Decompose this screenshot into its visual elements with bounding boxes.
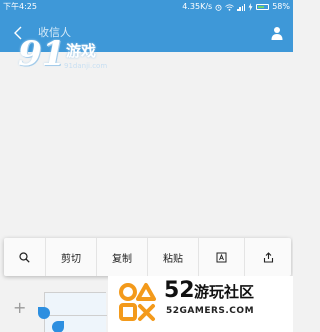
- menu-share-button[interactable]: [245, 238, 291, 276]
- select-all-icon: [216, 252, 227, 262]
- network-speed: 4.35K/s: [182, 2, 213, 11]
- contact-person-icon[interactable]: [271, 26, 283, 40]
- watermark-52-site: 52GAMERS.COM: [166, 306, 255, 316]
- selection-start-handle[interactable]: [38, 307, 50, 319]
- 52gamers-logo-icon: [116, 280, 160, 324]
- watermark-91-logo: 91 游戏 91danji.com: [18, 34, 118, 78]
- add-attachment-icon[interactable]: +: [13, 300, 26, 316]
- signal-icon: [237, 3, 246, 11]
- menu-select-all-button[interactable]: [199, 238, 245, 276]
- menu-copy-button[interactable]: 复制: [97, 238, 148, 276]
- watermark-91-number: 91: [18, 34, 66, 74]
- charging-icon: [248, 3, 253, 11]
- watermark-91-url: 91danji.com: [64, 62, 108, 70]
- search-icon: [19, 251, 30, 263]
- watermark-52-text: 游玩社区: [194, 283, 255, 301]
- share-icon: [263, 251, 273, 263]
- text-context-menu: 剪切 复制 粘贴: [4, 238, 291, 276]
- status-time: 下午4:25: [3, 2, 37, 11]
- wifi-icon: [225, 3, 234, 11]
- battery-icon: [256, 4, 270, 10]
- status-icons: 4.35K/s 58%: [182, 0, 290, 14]
- menu-paste-button[interactable]: 粘贴: [148, 238, 199, 276]
- menu-cut-button[interactable]: 剪切: [46, 238, 97, 276]
- app-root: 下午4:25 4.35K/s 58% 收信人 91 游戏 91danji.com…: [0, 0, 293, 332]
- input-divider: [45, 315, 107, 316]
- selection-end-handle[interactable]: [52, 321, 64, 332]
- battery-percent: 58%: [272, 2, 290, 11]
- alarm-icon: [215, 4, 222, 11]
- watermark-52-number: 52: [164, 278, 195, 303]
- menu-search-button[interactable]: [4, 238, 46, 276]
- status-bar: 下午4:25 4.35K/s 58%: [0, 0, 293, 14]
- watermark-91-text: 游戏: [66, 42, 97, 60]
- watermark-52gamers: 52 游玩社区 52GAMERS.COM: [108, 276, 293, 332]
